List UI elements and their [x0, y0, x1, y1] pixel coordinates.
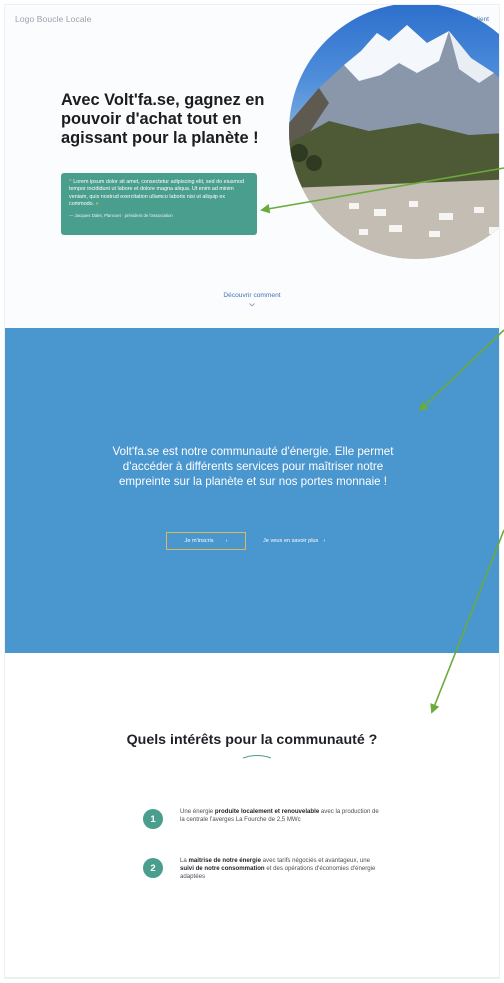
mountain-photo	[289, 5, 499, 259]
interest-item: 2 La maitrise de notre énergie avec tari…	[143, 857, 383, 881]
discover-link[interactable]: Découvrir comment	[5, 292, 499, 299]
title-underline	[242, 755, 272, 759]
learn-more-label: Je veux en savoir plus	[263, 538, 319, 544]
chevron-down-icon[interactable]	[249, 303, 255, 307]
community-intro: Volt'fa.se est notre communauté d'énergi…	[112, 445, 394, 489]
chevron-right-icon: ›	[225, 538, 228, 544]
interests-title: Quels intérêts pour la communauté ?	[126, 732, 378, 748]
hero-section: Logo Boucle Locale Espace client Avec Vo…	[5, 5, 499, 328]
step-number: 1	[143, 809, 163, 829]
interest-item: 1 Une énergie produite localement et ren…	[143, 808, 383, 829]
chevron-right-icon: ›	[323, 538, 326, 544]
interest-text: La maitrise de notre énergie avec tarifs…	[180, 857, 376, 880]
signup-label: Je m'inscris	[184, 538, 214, 544]
interest-text: Une énergie produite localement et renou…	[180, 808, 379, 823]
learn-more-button[interactable]: Je veux en savoir plus ›	[263, 532, 325, 550]
footer-divider	[5, 977, 499, 978]
quote-end-icon: »	[95, 200, 99, 207]
step-number: 2	[143, 858, 163, 878]
testimonial-card: “ Lorem ipsum dolor sit amet, consectetu…	[61, 173, 257, 235]
community-band: Volt'fa.se est notre communauté d'énergi…	[5, 328, 499, 653]
quote-icon: “	[69, 179, 72, 185]
quote-author: — Jacques Dalet, Plancoet · président de…	[69, 213, 173, 219]
logo[interactable]: Logo Boucle Locale	[15, 14, 91, 24]
hero-title: Avec Volt'fa.se, gagnez en pouvoir d'ach…	[61, 91, 265, 147]
signup-button[interactable]: Je m'inscris ›	[166, 532, 246, 550]
